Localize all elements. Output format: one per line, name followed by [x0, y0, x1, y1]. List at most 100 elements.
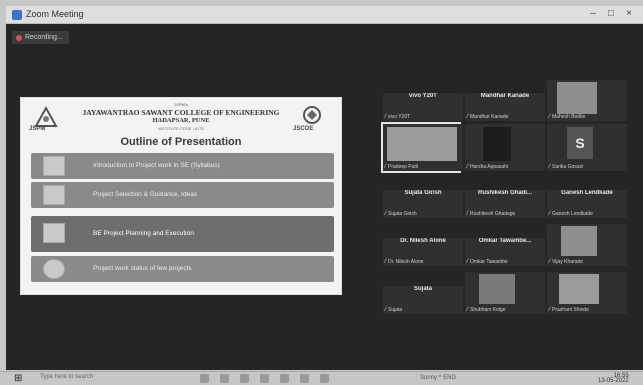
minimize-button[interactable]: – [586, 8, 600, 19]
participant-name: Omkar Tawambe... [478, 238, 532, 244]
outline-item: Introduction to Project work in SE (Syll… [31, 153, 334, 179]
outline-thumbnail [43, 156, 65, 176]
participant-tile[interactable]: Sujata ⁄ Sujata [383, 286, 463, 314]
participant-label: ⁄ Shubham Kolge [467, 307, 506, 313]
college-city: HADAPSAR, PUNE [152, 117, 210, 124]
outline-thumbnail [43, 223, 65, 243]
participant-label: ⁄ Mahesh Bodke [549, 114, 586, 120]
mic-muted-icon: ⁄ [467, 211, 469, 217]
outline-item: Project work status of few projects [31, 256, 334, 282]
zoom-app-icon [12, 10, 22, 20]
mic-muted-icon: ⁄ [549, 114, 551, 120]
store-icon[interactable] [260, 374, 269, 383]
participant-name: Rushikesh Ghadi... [477, 190, 532, 196]
participant-label: ⁄ Mandhar Kanade [467, 114, 509, 120]
participant-name: Mandhar Kanade [480, 93, 530, 99]
outline-item-current: BE Project Planning and Execution [31, 216, 334, 252]
participant-video [387, 127, 457, 161]
mic-muted-icon: ⁄ [549, 211, 551, 217]
participant-label: ⁄ Rushikesh Ghadage [467, 211, 516, 217]
participant-tile[interactable]: Dr. Nilesh Alone ⁄ Dr. Nilesh Alone [383, 238, 463, 266]
mic-muted-icon: ⁄ [467, 164, 469, 170]
participant-label: ⁄ Sujata Girish [385, 211, 417, 217]
mic-muted-icon: ⁄ [385, 211, 387, 217]
system-tray[interactable]: Sunny ^ ENG [420, 375, 456, 381]
mic-muted-icon: ⁄ [549, 164, 551, 170]
mic-muted-icon: ⁄ [467, 259, 469, 265]
edge-icon[interactable] [240, 374, 249, 383]
participant-label: ⁄ Prashant Shinde [549, 307, 589, 313]
mic-muted-icon: ⁄ [467, 114, 469, 120]
participant-tile[interactable]: Ganesh Lendkade ⁄ Ganesh Lendkade [547, 190, 627, 218]
screen: Zoom Meeting – □ × Recording... JSPM JSC… [0, 0, 643, 385]
taskbar: ⊞ Type here to search Sunny ^ ENG 16:55 … [0, 371, 643, 385]
participant-label: ⁄ Ganesh Lendkade [549, 211, 593, 217]
title-bar: Zoom Meeting – □ × [6, 6, 643, 24]
mic-muted-icon: ⁄ [385, 164, 387, 170]
mail-icon[interactable] [280, 374, 289, 383]
participant-tile[interactable]: Omkar Tawambe... ⁄ Omkar Tawambe [465, 238, 545, 266]
trust-name: JSPM's [174, 102, 188, 107]
maximize-button[interactable]: □ [604, 8, 618, 19]
chrome-icon[interactable] [300, 374, 309, 383]
mic-muted-icon: ⁄ [385, 307, 387, 313]
close-button[interactable]: × [622, 8, 636, 19]
windows-start-icon[interactable]: ⊞ [14, 373, 22, 384]
participant-name: Sujata Girish [404, 190, 442, 196]
recording-indicator[interactable]: Recording... [12, 31, 69, 44]
participant-label: ⁄ Harsha Appasahi [467, 164, 509, 170]
participant-name: Sujata [413, 286, 432, 292]
mic-muted-icon: ⁄ [385, 114, 387, 120]
mic-muted-icon: ⁄ [549, 259, 551, 265]
clock[interactable]: 16:55 13-05-2022 [598, 373, 629, 384]
recording-label: Recording... [25, 34, 63, 41]
participant-video [479, 274, 515, 304]
record-dot-icon [16, 34, 22, 41]
participant-tile[interactable]: vivo Y20T ⁄ vivo Y20T [383, 93, 463, 121]
participant-label: ⁄ Pradeep Patil [385, 164, 419, 170]
participant-label: ⁄ Vijay Kharade [549, 259, 584, 265]
participant-label: ⁄ Sujata [385, 307, 403, 313]
outline-item-text: Project work status of few projects [93, 265, 192, 272]
zoom-taskbar-icon[interactable] [320, 374, 329, 383]
participant-avatar [483, 127, 511, 161]
outline-item-text: Project Selection & Guidance, Ideas [93, 191, 198, 198]
participant-tile[interactable]: ⁄ Shubham Kolge [465, 272, 545, 314]
mic-muted-icon: ⁄ [467, 307, 469, 313]
participant-video [559, 274, 599, 304]
outline-thumbnail [43, 259, 65, 279]
institute-code: INSTITUTE CODE : 6175 [158, 126, 204, 131]
participant-label: ⁄ vivo Y20T [385, 114, 411, 120]
participant-label: ⁄ Omkar Tawambe [467, 259, 508, 265]
participant-tile[interactable]: Rushikesh Ghadi... ⁄ Rushikesh Ghadage [465, 190, 545, 218]
participant-tile[interactable]: S ⁄ Sarika Gosavi [547, 124, 627, 171]
window-title: Zoom Meeting [26, 9, 84, 19]
participant-name: Ganesh Lendkade [561, 190, 613, 196]
participant-initial: S [567, 127, 593, 159]
participant-name: Dr. Nilesh Alone [400, 238, 446, 244]
outline-item-text: Introduction to Project work in SE (Syll… [93, 162, 220, 169]
participant-video [561, 226, 597, 256]
shared-screen-slide: JSPM JSCOE JSPM's JAYAWANTRAO SAWANT COL… [20, 97, 342, 295]
task-view-icon[interactable] [200, 374, 209, 383]
college-name: JAYAWANTRAO SAWANT COLLEGE OF ENGINEERIN… [82, 108, 280, 117]
participant-tile[interactable]: ⁄ Mahesh Bodke [547, 80, 627, 121]
participant-tile[interactable]: ⁄ Prashant Shinde [547, 272, 627, 314]
participant-tile[interactable]: ⁄ Vijay Kharade [547, 224, 627, 266]
participant-tile-active-speaker[interactable]: ⁄ Pradeep Patil [383, 124, 463, 171]
outline-thumbnail [43, 185, 65, 205]
outline-item-text: BE Project Planning and Execution [93, 230, 194, 237]
explorer-icon[interactable] [220, 374, 229, 383]
taskbar-search-input[interactable]: Type here to search [40, 374, 110, 384]
participant-label: ⁄ Dr. Nilesh Alone [385, 259, 424, 265]
participant-label: ⁄ Sarika Gosavi [549, 164, 584, 170]
outline-item: Project Selection & Guidance, Ideas [31, 182, 334, 208]
participant-tile[interactable]: Sujata Girish ⁄ Sujata Girish [383, 190, 463, 218]
mic-muted-icon: ⁄ [549, 307, 551, 313]
participant-tile[interactable]: Mandhar Kanade ⁄ Mandhar Kanade [465, 93, 545, 121]
slide-heading: Outline of Presentation [120, 136, 242, 148]
participant-video [557, 82, 597, 114]
participant-tile[interactable]: ⁄ Harsha Appasahi [465, 124, 545, 171]
mic-muted-icon: ⁄ [385, 259, 387, 265]
clock-date: 13-05-2022 [598, 378, 629, 384]
